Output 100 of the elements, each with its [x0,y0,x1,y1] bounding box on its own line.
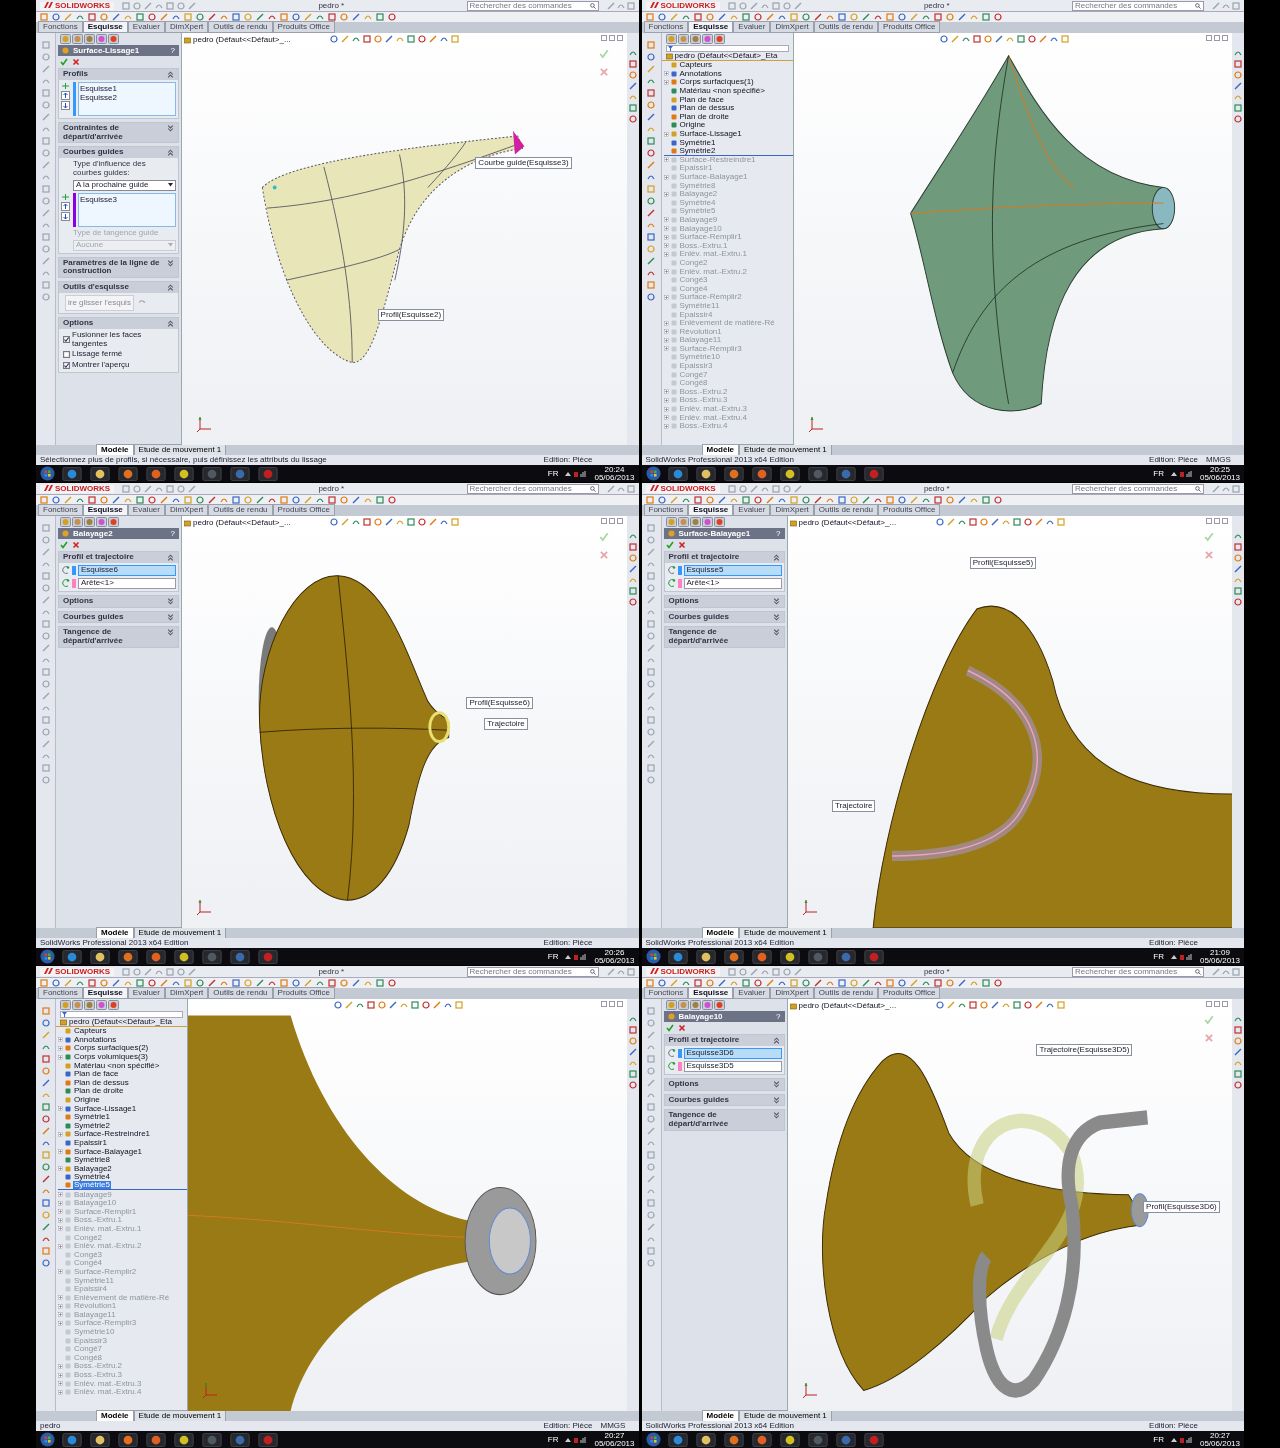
model-name[interactable]: pedro (Défaut<<Défaut>_... [193,34,291,46]
unit-system[interactable]: MMGS [1206,456,1240,464]
command-tab[interactable]: Evaluer [733,987,771,999]
command-tab[interactable]: Produits Office [272,504,335,516]
command-tab[interactable]: Esquisse [82,21,128,33]
search-field[interactable]: Rechercher des commandes [1072,483,1204,494]
tree-root[interactable]: pedro (Défaut<<Défaut>_Eta [674,52,778,60]
selection-field[interactable]: Esquisse5 [683,564,782,576]
tree-item[interactable]: Annotations [678,69,723,78]
command-tab[interactable]: Esquisse [688,987,734,999]
tree-item[interactable]: Plan de dessus [678,104,736,113]
help-button[interactable]: ? [776,529,781,538]
selection-field[interactable]: Esquisse3D5 [683,1060,782,1072]
list-item[interactable]: Esquisse1 [80,83,174,94]
tree-item[interactable]: Symétrie1 [678,138,717,147]
model-name[interactable]: pedro (Défaut<<Défaut>_... [798,1000,897,1012]
list-item[interactable]: Esquisse3 [80,194,174,205]
command-tab[interactable]: DimXpert [770,21,814,33]
command-tab[interactable]: DimXpert [164,504,209,516]
selection-field[interactable]: Arête<1> [78,577,176,589]
callout-label[interactable]: Trajectoire [831,800,876,813]
callout-label[interactable]: Trajectoire(Esquisse3D5) [1036,1044,1133,1057]
help-button[interactable]: ? [776,1012,781,1021]
command-tab[interactable]: Fonctions [38,987,83,999]
tree-item[interactable]: Symétrie4 [73,1173,111,1182]
command-tab[interactable]: Evaluer [127,504,165,516]
tree-item[interactable]: Plan de droite [678,112,730,121]
command-tab[interactable]: Produits Office [878,504,941,516]
model-name[interactable]: pedro (Défaut<<Défaut>_... [193,517,291,529]
dropdown[interactable]: A la prochaine guide [73,179,176,191]
command-tab[interactable]: Produits Office [272,21,335,33]
model-tab[interactable]: Etude de mouvement 1 [133,1410,227,1422]
command-tab[interactable]: Evaluer [733,504,771,516]
command-tab[interactable]: Outils de rendu [208,21,273,33]
search-field[interactable]: Rechercher des commandes [466,483,599,494]
callout-label[interactable]: Profil(Esquisse3D6) [1143,1200,1220,1213]
input-language[interactable]: FR [1153,469,1164,478]
graphics-viewport[interactable]: pedro (Défaut<<Défaut>_... Profil(Esquisse6) Trajectoire [182,516,627,928]
command-tab[interactable]: Evaluer [127,987,165,999]
command-tab[interactable]: Evaluer [127,21,165,33]
graphics-viewport[interactable]: pedro (Défaut<<Défaut>_... Trajectoire(Esquisse3D5) Profil(Esquisse3D6) [787,999,1232,1411]
search-field[interactable]: Rechercher des commandes [466,966,599,977]
tree-item[interactable]: Plan de droite [73,1087,125,1096]
command-tab[interactable]: DimXpert [164,21,209,33]
model-tab[interactable]: Etude de mouvement 1 [133,927,227,939]
tree-item[interactable]: Surface-Lissage1 [73,1104,138,1113]
tree-root[interactable]: pedro (Défaut<<Défaut>_Eta [69,1018,172,1026]
command-tab[interactable]: Outils de rendu [208,504,273,516]
command-tab[interactable]: Produits Office [878,21,941,33]
callout-label[interactable]: Courbe guide(Esquisse3) [475,156,572,169]
tree-item[interactable]: Annotations [73,1035,118,1044]
selection-list[interactable]: Esquisse3 [78,192,176,227]
tree-item[interactable]: Plan de face [678,95,725,104]
tree-item[interactable]: Capteurs [678,61,713,70]
tree-item[interactable]: Corps surfaciques(1) [678,78,755,87]
selection-list[interactable]: Esquisse1 Esquisse2 [78,81,176,116]
model-name[interactable]: pedro (Défaut<<Défaut>_... [798,517,897,529]
command-tab[interactable]: Produits Office [272,987,335,999]
search-field[interactable]: Rechercher des commandes [1072,0,1204,11]
command-tab[interactable]: Outils de rendu [208,987,273,999]
command-tab[interactable]: Fonctions [38,21,83,33]
tree-item[interactable]: Plan de face [73,1070,120,1079]
command-tab[interactable]: DimXpert [770,987,814,999]
input-language[interactable]: FR [547,1435,559,1444]
command-tab[interactable]: Esquisse [82,987,128,999]
graphics-viewport[interactable]: pedro (Défaut<<Défaut>_... Profil(Esquisse5) Trajectoire [787,516,1232,928]
model-tab[interactable]: Modèle [96,444,134,456]
command-tab[interactable]: DimXpert [770,504,814,516]
callout-label[interactable]: Profil(Esquisse5) [969,557,1037,570]
input-language[interactable]: FR [547,469,559,478]
tree-item[interactable]: Symétrie5 [73,1181,111,1190]
command-tab[interactable]: Esquisse [688,21,734,33]
model-tab[interactable]: Etude de mouvement 1 [739,444,832,456]
command-tab[interactable]: Fonctions [643,504,689,516]
model-tab[interactable]: Modèle [701,1410,740,1422]
tree-item[interactable]: Origine [678,121,707,130]
tree-item[interactable]: Surface-Lissage1 [678,130,743,139]
search-field[interactable]: Rechercher des commandes [1072,966,1204,977]
input-language[interactable]: FR [1153,1435,1164,1444]
model-tab[interactable]: Modèle [701,444,740,456]
tree-item[interactable]: Symétrie8 [73,1156,111,1165]
tree-item[interactable]: Matériau <non spécifié> [73,1061,161,1070]
command-tab[interactable]: Fonctions [643,21,689,33]
unit-system[interactable]: MMGS [600,1422,635,1430]
tree-item[interactable]: Symétrie1 [73,1113,111,1122]
tree-item[interactable]: Symétrie2 [73,1121,111,1130]
selection-field[interactable]: Arête<1> [683,577,782,589]
graphics-viewport[interactable]: pedro (Défaut<<Défaut>_... Courbe guide(Esquisse3) Profil(Esquisse2) [182,33,627,445]
command-tab[interactable]: Esquisse [82,504,128,516]
command-tab[interactable]: Fonctions [38,504,83,516]
command-tab[interactable]: Fonctions [643,987,689,999]
model-tab[interactable]: Etude de mouvement 1 [739,927,832,939]
model-tab[interactable]: Modèle [701,927,740,939]
command-tab[interactable]: DimXpert [164,987,209,999]
tree-item[interactable]: Surface-Restreindre1 [73,1130,152,1139]
help-button[interactable]: ? [170,529,175,538]
callout-label[interactable]: Profil(Esquisse2) [377,309,445,322]
help-button[interactable]: ? [170,46,175,55]
command-tab[interactable]: Outils de rendu [813,987,879,999]
input-language[interactable]: FR [1153,952,1164,961]
